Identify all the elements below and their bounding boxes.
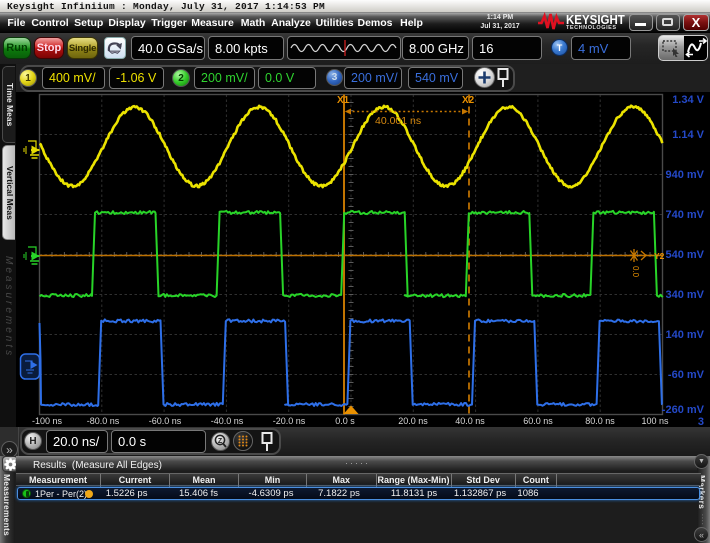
svg-text:X1: X1 <box>337 95 350 106</box>
svg-text:40.001 ns: 40.001 ns <box>375 115 421 127</box>
svg-text:0.0: 0.0 <box>631 266 640 278</box>
svg-text:X2: X2 <box>462 95 475 106</box>
svg-text:Z: Z <box>218 438 223 445</box>
